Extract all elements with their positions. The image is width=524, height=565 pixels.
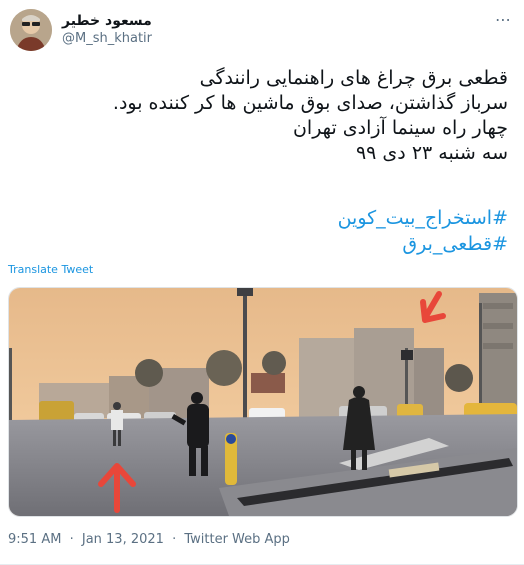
hashtag-link[interactable]: #استخراج_بیت_کوین [338,205,508,231]
tweet-line: سه شنبه ۲۳ دی ۹۹ [355,142,508,164]
tweet-metadata: 9:51 AM · Jan 13, 2021 · Twitter Web App [8,532,290,547]
translate-tweet-link[interactable]: Translate Tweet [8,263,93,276]
tweet-card: مسعود خطیر @M_sh_khatir ⋯ قطعی برق چراغ … [0,0,524,565]
tweet-date[interactable]: Jan 13, 2021 [82,532,164,547]
tweet-line: قطعی برق چراغ های راهنمایی رانندگی [199,67,508,89]
tweet-time[interactable]: 9:51 AM [8,532,61,547]
avatar[interactable] [10,9,52,51]
more-dots-icon[interactable]: ⋯ [495,10,512,29]
separator-dot: · [69,532,74,547]
tweet-photo[interactable] [8,287,518,517]
author-name[interactable]: مسعود خطیر [62,13,152,29]
separator-dot: · [172,532,177,547]
tweet-line: چهار راه سینما آزادی تهران [292,117,508,139]
tweet-source[interactable]: Twitter Web App [184,532,290,547]
tweet-line: سرباز گذاشتن، صدای بوق ماشین ها کر کننده… [112,92,508,114]
street-scene-image [9,288,517,516]
author-handle[interactable]: @M_sh_khatir [62,31,152,46]
hashtag-link[interactable]: #قطعی_برق [338,231,508,257]
hashtag-list: #استخراج_بیت_کوین #قطعی_برق [338,205,508,257]
tweet-text: قطعی برق چراغ های راهنمایی رانندگی سرباز… [28,66,508,166]
